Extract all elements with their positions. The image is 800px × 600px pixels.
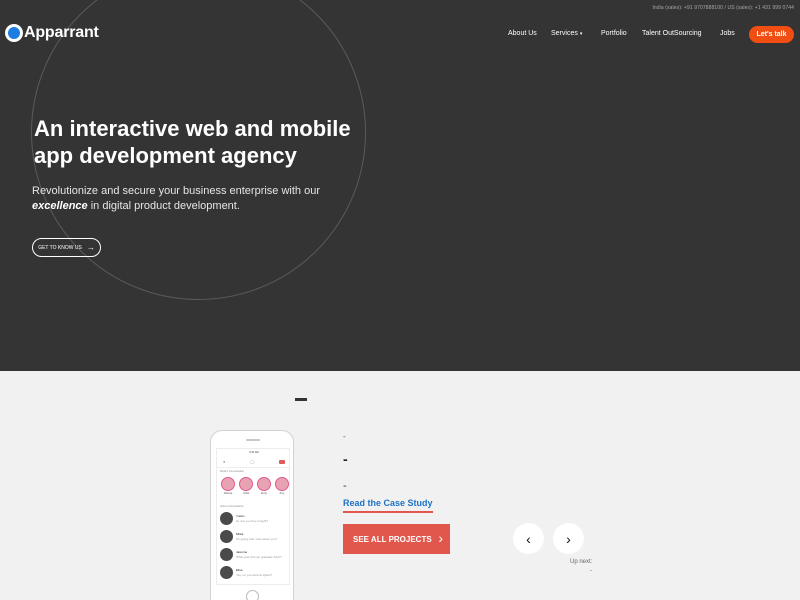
up-next-label: Up next:: [570, 559, 593, 565]
story-item: Emily: [257, 477, 271, 495]
chat-name: Elise: [236, 568, 243, 572]
prev-project-button[interactable]: ‹: [513, 523, 544, 554]
get-to-know-us-button[interactable]: GET TO KNOW US →: [32, 238, 101, 257]
story-item: Melissa: [221, 477, 235, 495]
phone-speaker: [246, 439, 260, 441]
see-all-projects-label: SEE ALL PROJECTS: [353, 534, 432, 544]
nav-portfolio[interactable]: Portfolio: [601, 30, 627, 37]
phone-mockup: 9:41 AM ● ◯ Week 1 Conversation Melissa …: [210, 430, 294, 600]
user-icon: ●: [223, 459, 226, 464]
chevron-down-icon: ▾: [579, 31, 583, 37]
read-case-study-link[interactable]: Read the Case Study: [343, 498, 433, 513]
nav-about-us[interactable]: About Us: [508, 30, 537, 37]
section-marker: [295, 398, 307, 401]
chevron-right-icon: ›: [438, 530, 443, 546]
avatar: [220, 512, 233, 525]
up-next-value: -: [590, 568, 592, 574]
story-avatars: Melissa Ishita Emily Amy: [221, 477, 289, 495]
chat-name: Yuwiin: [236, 514, 245, 518]
arrow-right-icon: →: [86, 243, 95, 252]
hero-subtitle-end: in digital product development.: [87, 200, 240, 212]
story-name: Emily: [260, 492, 268, 495]
stories-heading: Week 1 Conversation: [220, 470, 244, 473]
story-name: Amy: [279, 492, 285, 495]
chat-message: What year did you graduate SCU?: [236, 555, 282, 559]
chat-name: Jasmine: [236, 550, 248, 554]
story-name: Melissa: [223, 492, 233, 495]
nav-talent-outsourcing[interactable]: Talent OutSourcing: [642, 30, 702, 37]
see-all-projects-button[interactable]: SEE ALL PROJECTS ›: [343, 524, 450, 554]
case-study-eyebrow: -: [343, 432, 346, 441]
chat-name: Mirka: [236, 532, 244, 536]
avatar: [220, 530, 233, 543]
hero-subtitle: Revolutionize and secure your business e…: [32, 184, 332, 214]
chats-heading: Active Conversations: [220, 505, 244, 508]
nav-services-label: Services: [551, 30, 578, 37]
avatar: [275, 477, 289, 491]
chevron-right-icon: ›: [566, 530, 571, 547]
chat-row: Jasmine What year did you graduate SCU?: [220, 548, 288, 564]
chat-row: Yuwiin Hi, are you free tonight?: [220, 512, 288, 528]
next-project-button[interactable]: ›: [553, 523, 584, 554]
avatar: [221, 477, 235, 491]
hero-subtitle-emphasis: excellence: [32, 200, 88, 212]
chat-row: Elise Yes, so you work at Qlash?: [220, 566, 288, 582]
story-item: Amy: [275, 477, 289, 495]
status-bar-time: 9:41 AM: [249, 451, 259, 454]
chat-row: Mirka It's going well. How about you?: [220, 530, 288, 546]
story-name: Ishita: [243, 492, 249, 495]
avatar: [220, 548, 233, 561]
avatar: [257, 477, 271, 491]
get-to-know-us-label: GET TO KNOW US: [38, 244, 82, 251]
chevron-left-icon: ‹: [526, 530, 531, 547]
lets-talk-button[interactable]: Let's talk: [749, 26, 794, 43]
story-item: Ishita: [239, 477, 253, 495]
main-nav: About Us Services ▾ Portfolio Talent OutS…: [0, 26, 800, 43]
sales-contact: India (sales): +91 9707888100 / US (sale…: [652, 5, 794, 11]
case-study-title: -: [343, 451, 348, 467]
divider: [217, 467, 291, 468]
chat-message: Yes, so you work at Qlash?: [236, 573, 273, 577]
phone-home-button: [246, 590, 259, 600]
hero-section: India (sales): +91 9707888100 / US (sale…: [0, 0, 800, 371]
phone-screen: 9:41 AM ● ◯ Week 1 Conversation Melissa …: [216, 448, 291, 585]
nav-services[interactable]: Services ▾: [551, 30, 582, 37]
chat-icon: [279, 459, 285, 464]
avatar: [220, 566, 233, 579]
compass-icon: ◯: [249, 459, 255, 464]
chat-message: Hi, are you free tonight?: [236, 519, 269, 523]
avatar: [239, 477, 253, 491]
app-tab-bar: ● ◯: [223, 459, 285, 464]
nav-jobs[interactable]: Jobs: [720, 30, 735, 37]
hero-title: An interactive web and mobile app develo…: [34, 116, 351, 168]
chat-message: It's going well. How about you?: [236, 537, 278, 541]
hero-subtitle-start: Revolutionize and secure your business e…: [32, 185, 320, 197]
case-study-description: -: [343, 480, 347, 492]
